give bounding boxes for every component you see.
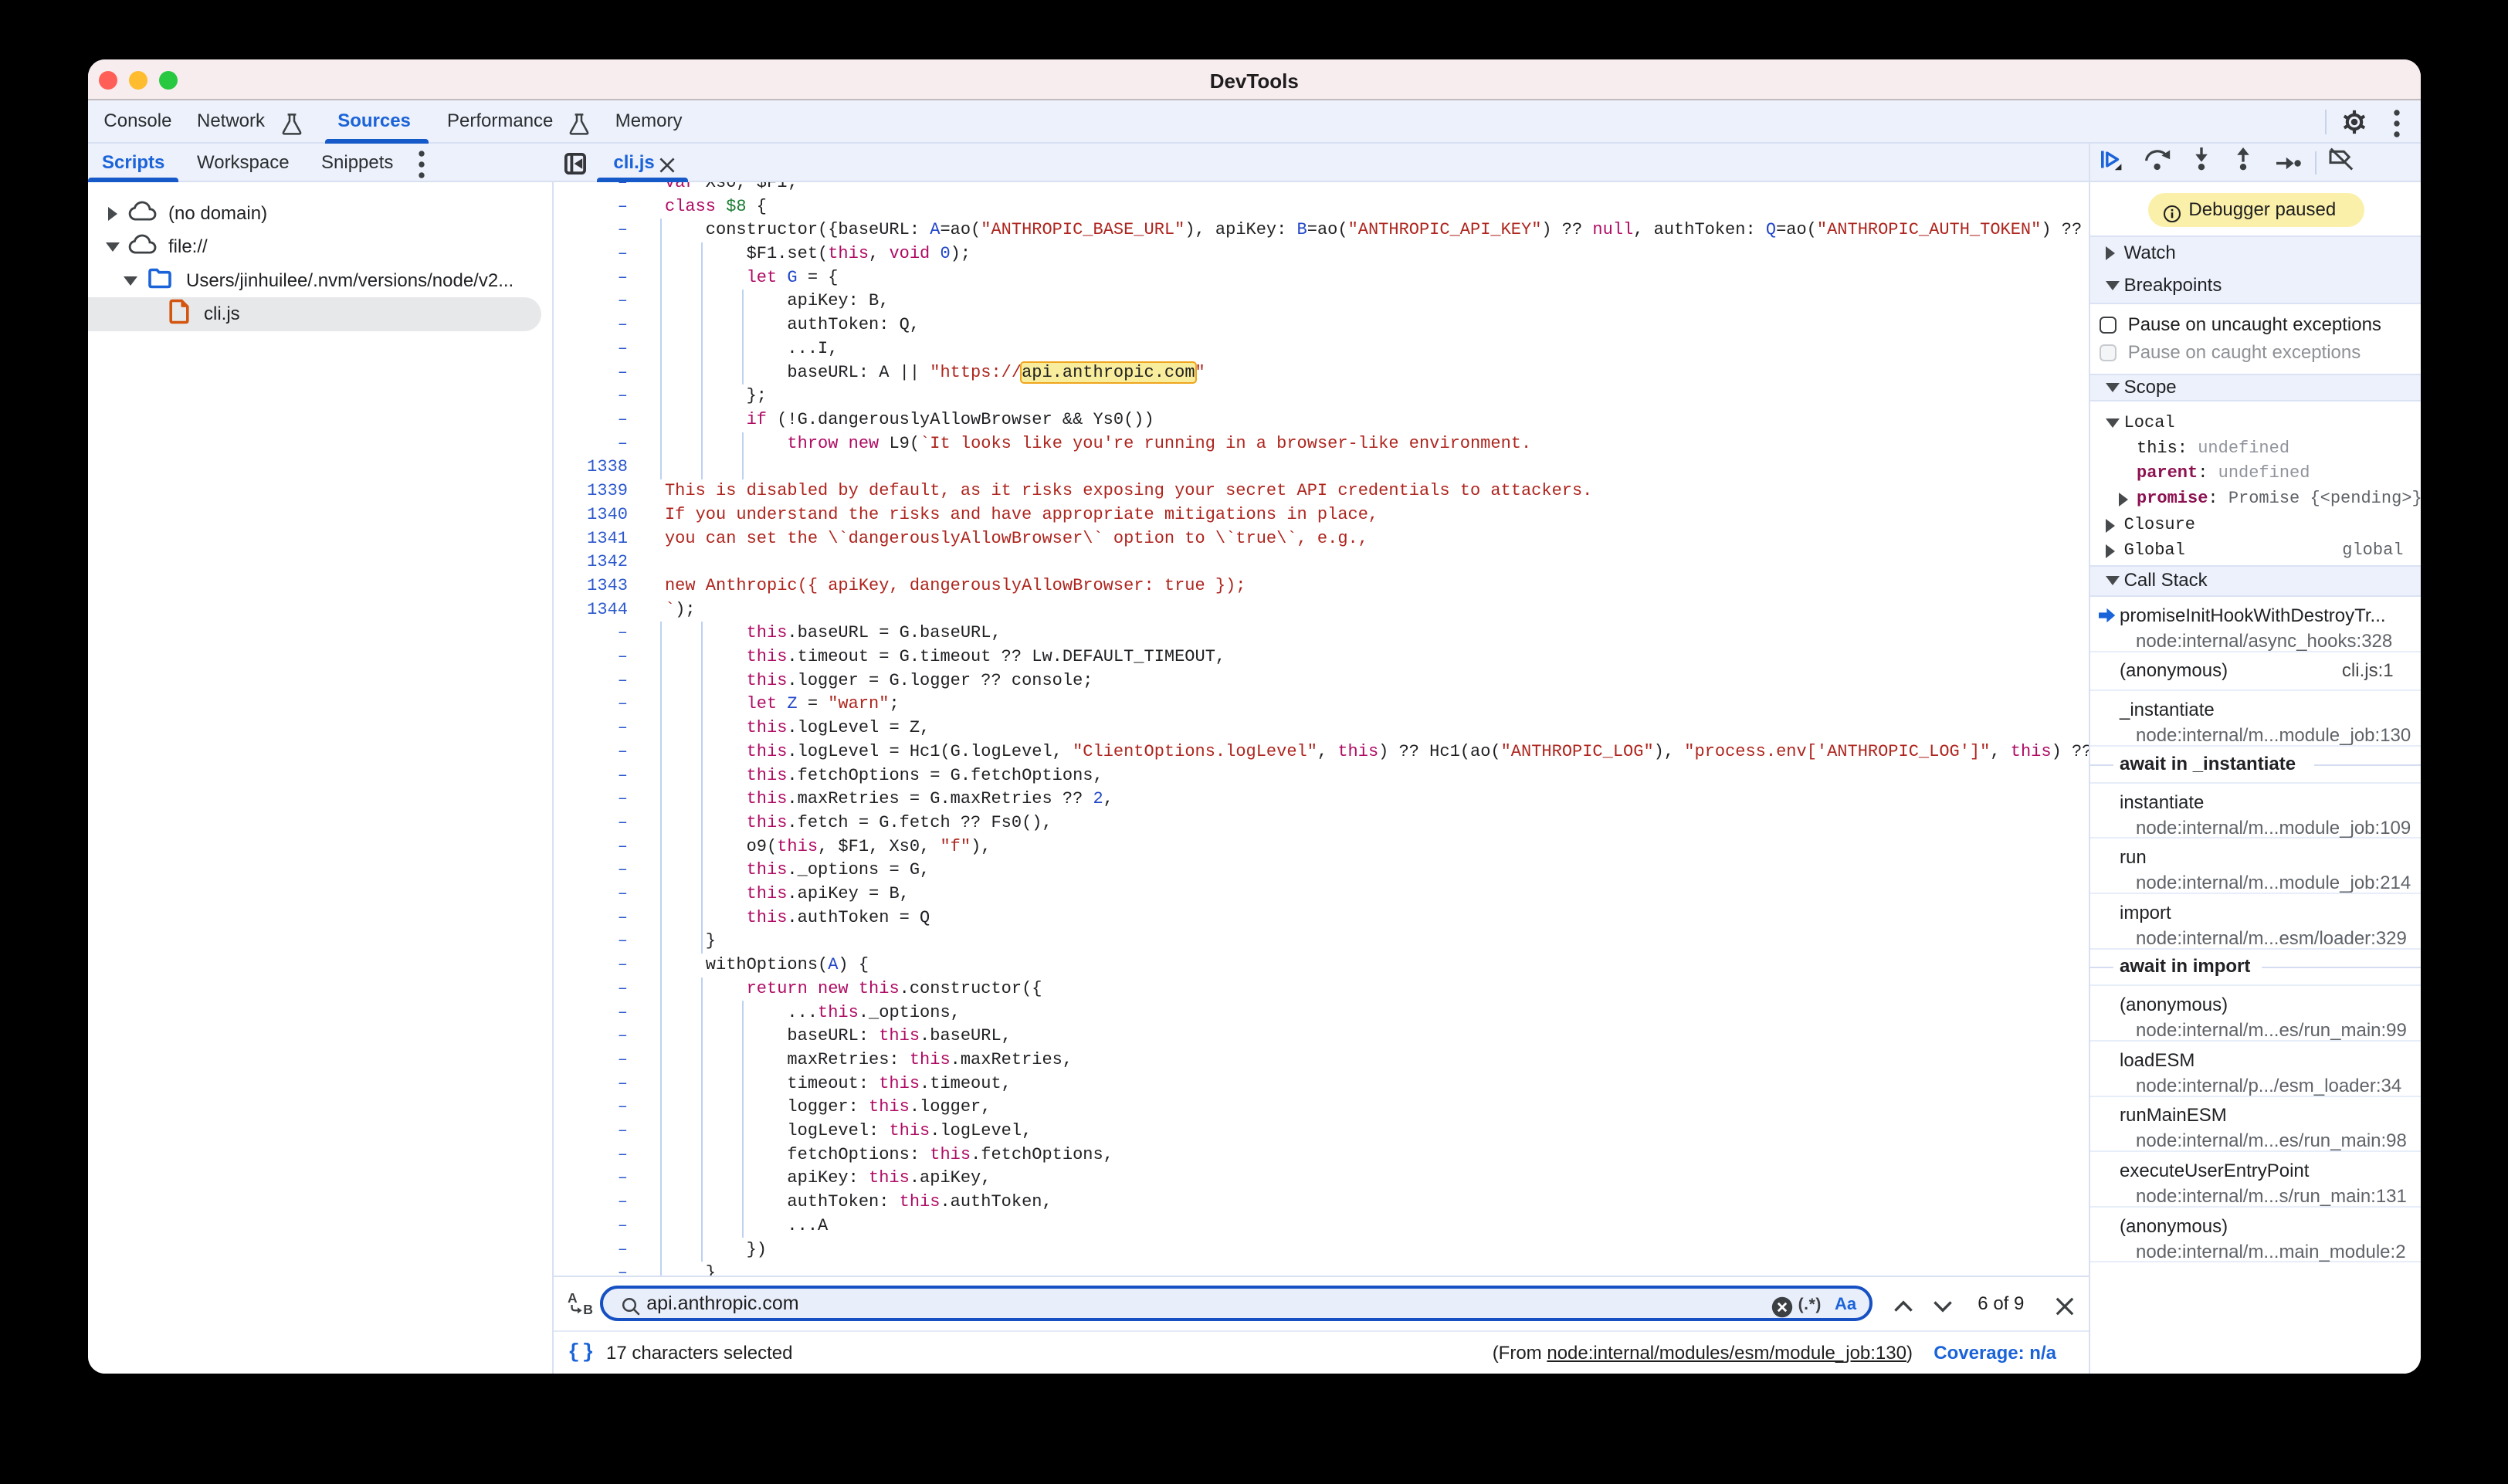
- svg-text:B: B: [584, 1302, 594, 1316]
- svg-text:A: A: [568, 1291, 578, 1306]
